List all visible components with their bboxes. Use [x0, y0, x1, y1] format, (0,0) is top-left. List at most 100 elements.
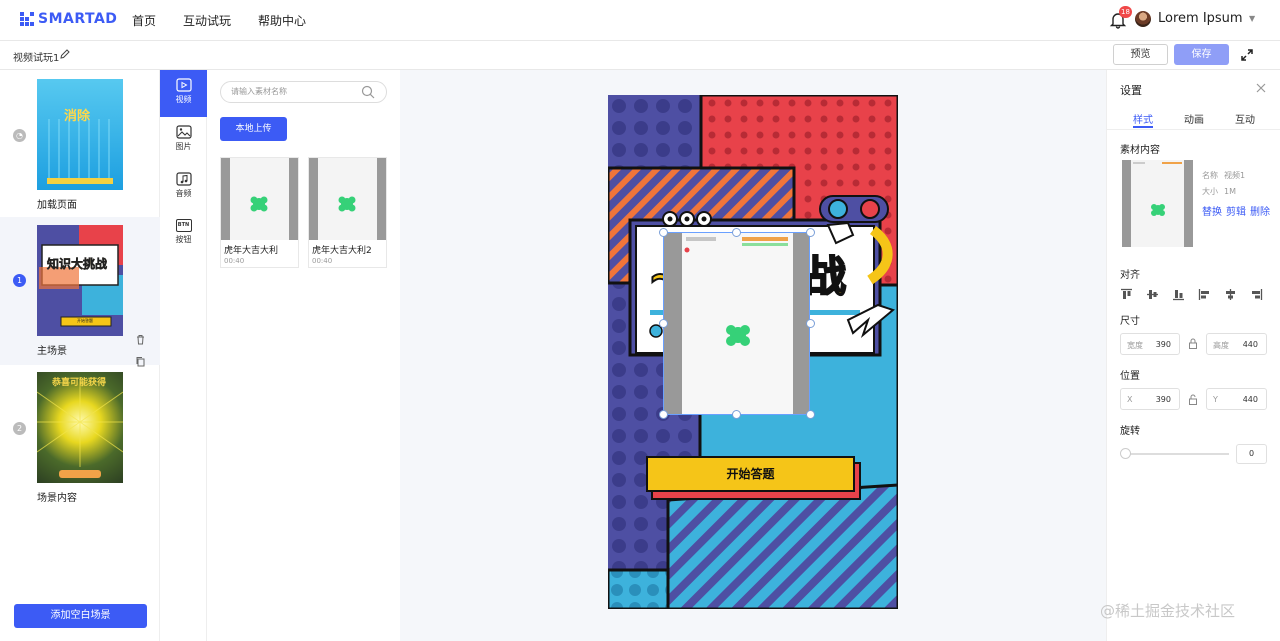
width-value: 390	[1155, 340, 1171, 349]
lock-icon[interactable]	[1188, 338, 1198, 349]
notification-badge: 18	[1119, 6, 1132, 18]
scene-thumb-title: 恭喜可能获得	[52, 378, 107, 388]
start-quiz-button[interactable]: 开始答题	[646, 456, 855, 492]
add-blank-scene-button[interactable]: 添加空白场景	[14, 604, 147, 628]
scene-thumbnail[interactable]: 恭喜可能获得	[37, 372, 123, 483]
asset-name: 虎年大吉大利2	[312, 246, 372, 256]
logo-icon	[20, 12, 34, 26]
delete-link[interactable]: 删除	[1250, 203, 1270, 218]
doc-title: 视频试玩1	[13, 53, 60, 64]
caret-down-icon[interactable]: ▼	[1249, 14, 1255, 23]
main-nav: 首页 互动试玩 帮助中心	[132, 12, 306, 29]
resize-handle[interactable]	[659, 228, 668, 237]
fullscreen-icon[interactable]	[1239, 47, 1255, 63]
tab-interaction[interactable]: 互动	[1235, 111, 1255, 126]
align-top-icon[interactable]	[1120, 288, 1133, 301]
top-bar: SMARTAD 首页 互动试玩 帮助中心 18 Lorem Ipsum ▼	[0, 0, 1280, 41]
height-key: 高度	[1213, 341, 1229, 350]
align-left-icon[interactable]	[1198, 288, 1211, 301]
rotation-slider-handle[interactable]	[1120, 448, 1131, 459]
scene-label: 主场景	[37, 346, 67, 357]
y-value: 440	[1242, 395, 1258, 404]
unlock-icon[interactable]	[1188, 394, 1198, 405]
editor-toolbar: 视频试玩1	[0, 41, 1280, 70]
material-name-row: 名称 视频1	[1202, 170, 1245, 181]
material-content-label: 素材内容	[1120, 145, 1160, 156]
align-label: 对齐	[1120, 270, 1140, 281]
tab-label: 音频	[175, 189, 192, 198]
asset-thumbnail	[309, 158, 386, 240]
rotation-input[interactable]: 0	[1236, 444, 1267, 464]
height-field[interactable]: 高度 440	[1206, 333, 1267, 355]
search-icon[interactable]	[361, 85, 375, 99]
nav-item-interactive-demo[interactable]: 互动试玩	[183, 12, 231, 29]
align-middle-icon[interactable]	[1146, 288, 1159, 301]
material-name-key: 名称	[1202, 171, 1218, 180]
upload-local-button[interactable]: 本地上传	[220, 117, 287, 141]
position-label: 位置	[1120, 371, 1140, 382]
resize-handle[interactable]	[732, 228, 741, 237]
align-bottom-icon[interactable]	[1172, 288, 1185, 301]
clip-link[interactable]: 剪辑	[1226, 203, 1246, 218]
pencil-icon[interactable]	[59, 48, 71, 60]
width-field[interactable]: 宽度 390	[1120, 333, 1180, 355]
scene-item-content[interactable]: 2 恭喜可能获得 场景内容	[0, 365, 160, 510]
scene-thumbnail[interactable]: 消除	[37, 79, 123, 190]
tab-label: 按钮	[175, 235, 192, 244]
scene-thumb-title: 知识大挑战	[47, 257, 108, 272]
x-key: X	[1127, 395, 1133, 404]
replace-link[interactable]: 替换	[1202, 203, 1222, 218]
avatar[interactable]	[1135, 11, 1151, 27]
selected-video-element[interactable]	[663, 232, 810, 415]
rotation-slider-track[interactable]	[1122, 453, 1229, 455]
tab-image[interactable]: 图片	[160, 117, 207, 164]
preview-button[interactable]: 预览	[1113, 44, 1168, 65]
width-key: 宽度	[1127, 341, 1143, 350]
resize-handle[interactable]	[806, 228, 815, 237]
scene-item-main[interactable]: 1 知识大挑战 开始答题 主场景	[0, 217, 160, 367]
trash-icon[interactable]	[135, 334, 146, 345]
tab-animation[interactable]: 动画	[1184, 111, 1204, 126]
close-icon[interactable]	[1255, 82, 1267, 94]
height-value: 440	[1242, 340, 1258, 349]
asset-duration: 00:40	[312, 257, 333, 265]
nav-item-help[interactable]: 帮助中心	[258, 12, 306, 29]
material-size-row: 大小 1M	[1202, 186, 1236, 197]
tab-button[interactable]: BTN 按钮	[160, 211, 207, 258]
x-value: 390	[1155, 395, 1171, 404]
scene-item-loading[interactable]: ◔ 消除 加载页面	[0, 70, 160, 215]
resize-handle[interactable]	[806, 319, 815, 328]
y-field[interactable]: Y 440	[1206, 388, 1267, 410]
resize-handle[interactable]	[659, 410, 668, 419]
material-name-value: 视频1	[1224, 171, 1246, 180]
video-icon	[175, 78, 192, 92]
tab-label: 图片	[175, 142, 192, 151]
resize-handle[interactable]	[732, 410, 741, 419]
scene-thumb-button: 开始答题	[77, 318, 93, 323]
scene-thumbnail[interactable]: 知识大挑战 开始答题	[37, 225, 123, 336]
asset-card[interactable]: 虎年大吉大利 00:40	[220, 157, 299, 268]
tab-style[interactable]: 样式	[1133, 111, 1153, 126]
asset-name: 虎年大吉大利	[224, 246, 279, 256]
resize-handle[interactable]	[806, 410, 815, 419]
btn-icon: BTN	[175, 219, 192, 232]
nav-item-home[interactable]: 首页	[132, 12, 156, 29]
video-frame-art	[664, 233, 809, 414]
asset-card[interactable]: 虎年大吉大利2 00:40	[308, 157, 387, 268]
logo-text: SMARTAD	[38, 11, 118, 27]
tab-video[interactable]: 视频	[160, 70, 207, 117]
resize-handle[interactable]	[659, 319, 668, 328]
align-right-icon[interactable]	[1250, 288, 1263, 301]
scene-thumb-art	[47, 119, 113, 184]
x-field[interactable]: X 390	[1120, 388, 1180, 410]
logo[interactable]: SMARTAD	[20, 11, 117, 27]
save-button[interactable]: 保存	[1174, 44, 1229, 65]
tab-label: 视频	[175, 95, 192, 104]
user-name[interactable]: Lorem Ipsum	[1158, 11, 1243, 26]
video-thumb-art	[221, 158, 298, 240]
settings-title: 设置	[1120, 84, 1142, 97]
align-center-icon[interactable]	[1224, 288, 1237, 301]
tab-audio[interactable]: 音频	[160, 164, 207, 211]
music-icon	[175, 172, 192, 186]
align-toolbar	[1120, 288, 1263, 301]
